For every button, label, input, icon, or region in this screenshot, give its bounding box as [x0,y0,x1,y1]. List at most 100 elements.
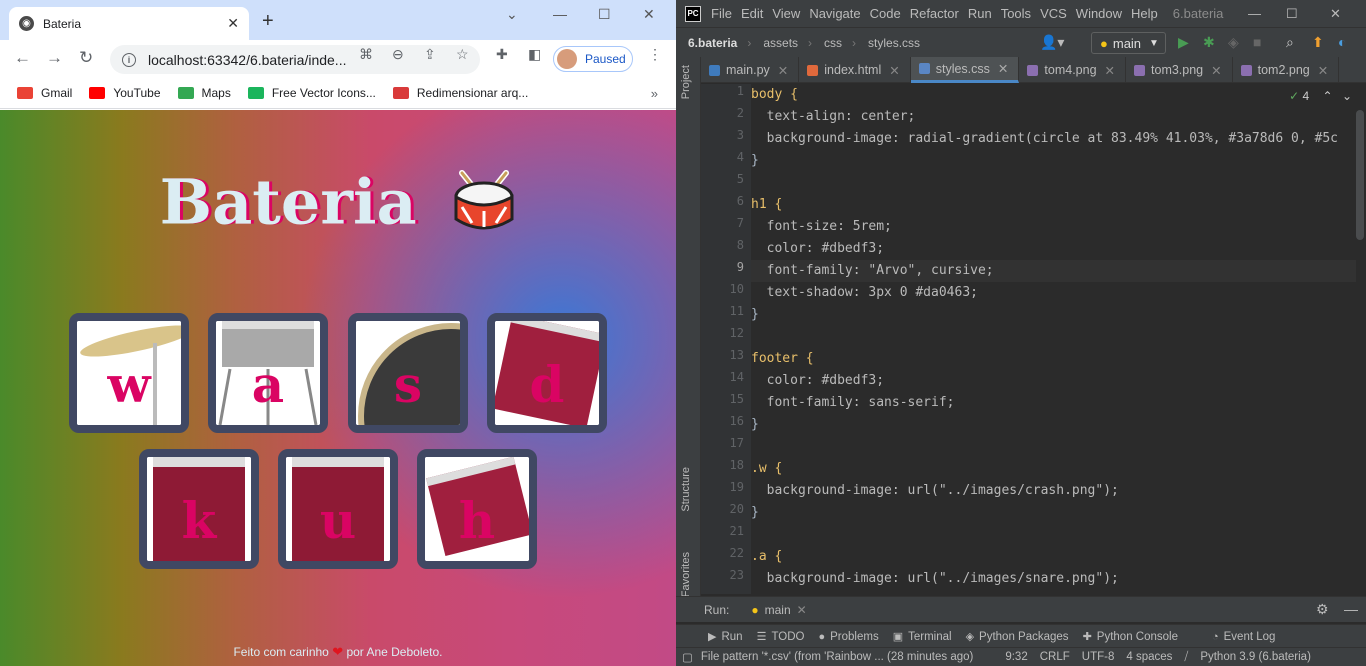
new-tab-icon[interactable]: + [262,11,274,31]
ide-maximize-icon[interactable]: ☐ [1286,6,1298,22]
tool-python-console[interactable]: ✚ Python Console [1083,630,1178,644]
caret-position[interactable]: 9:32 [1005,651,1027,663]
tab-tom4-png[interactable]: tom4.png ✕ [1019,57,1127,83]
bookmark-redimensionar[interactable]: Redimensionar arq... [392,86,528,100]
menu-code[interactable]: Code [870,6,901,21]
breadcrumb-project[interactable]: 6.bateria [688,36,737,50]
tool-problems[interactable]: ● Problems [818,631,878,643]
tab-styles-css[interactable]: styles.css ✕ [910,57,1020,83]
tab-main-py[interactable]: main.py ✕ [701,57,800,83]
run-config-selector[interactable]: ● main ▼ [1091,32,1166,54]
close-icon[interactable]: ✕ [1211,63,1221,78]
breadcrumb-assets[interactable]: assets [763,36,798,50]
run-icon[interactable]: ▶ [1178,34,1189,51]
drum-key-d[interactable]: d [487,313,607,433]
tool-terminal[interactable]: ▣ Terminal [893,630,952,644]
browser-tab[interactable]: ◉ Bateria ✕ [9,7,249,40]
breadcrumb-file[interactable]: styles.css [868,36,920,50]
close-icon[interactable]: ✕ [1318,63,1328,78]
translate-icon[interactable]: ⌘ [359,46,373,63]
update-icon[interactable]: ⬆ [1312,34,1324,51]
tool-run[interactable]: ▶ Run [708,630,743,644]
forward-icon[interactable]: → [46,49,63,67]
side-panel-icon[interactable]: ◧ [528,46,541,63]
close-icon[interactable]: ✕ [778,63,788,78]
menu-vcs[interactable]: VCS [1040,6,1067,21]
code-editor[interactable]: body { text-align: center; background-im… [751,84,1356,594]
maximize-icon[interactable]: ☐ [598,6,611,23]
ide-close-icon[interactable]: ✕ [1330,6,1341,22]
chevron-down-icon[interactable]: ⌄ [1342,89,1352,103]
tab-search-icon[interactable]: ⌄ [506,6,518,23]
menu-view[interactable]: View [772,6,800,21]
chevron-down-icon: ▼ [1149,37,1159,49]
bookmark-youtube[interactable]: YouTube [89,86,161,100]
close-icon[interactable]: ✕ [998,61,1008,76]
drum-key-u[interactable]: u [278,449,398,569]
tool-event-log[interactable]: ◔ Event Log [1212,631,1275,643]
close-icon[interactable]: ✕ [889,63,899,78]
editor-scrollbar[interactable] [1356,110,1364,240]
bookmark-star-icon[interactable]: ☆ [456,46,469,63]
drum-key-a[interactable]: a [208,313,328,433]
menu-kebab-icon[interactable]: ⋮ [648,46,662,63]
code-text: background-image: url("../images/snare.p… [751,571,1119,586]
search-icon[interactable]: ⌕ [1286,34,1294,51]
drum-key-h[interactable]: h [417,449,537,569]
menu-file[interactable]: File [711,6,732,21]
line-separator[interactable]: CRLF [1040,651,1070,663]
bookmark-free-vector-icons[interactable]: Free Vector Icons... [247,86,376,100]
share-icon[interactable]: ⇪ [424,46,436,63]
chevron-up-icon[interactable]: ⌃ [1323,89,1333,103]
breadcrumb-css[interactable]: css [824,36,842,50]
indent-setting[interactable]: 4 spaces [1126,651,1172,663]
status-message[interactable]: File pattern '*.csv' (from 'Rainbow ... … [701,651,973,663]
menu-run[interactable]: Run [968,6,992,21]
inspection-widget[interactable]: ✓ 4 ⌃ ⌄ [1289,89,1352,103]
status-toggle-icon[interactable]: ▢ [682,650,693,664]
menu-edit[interactable]: Edit [741,6,763,21]
site-info-icon[interactable]: i [122,52,136,67]
menu-refactor[interactable]: Refactor [910,6,959,21]
menu-navigate[interactable]: Navigate [809,6,860,21]
menu-window[interactable]: Window [1076,6,1122,21]
favorites-tool-button[interactable]: Favorites [680,552,692,597]
bookmark-maps[interactable]: Maps [177,86,231,100]
vcs-icon[interactable]: ⧸ [1184,651,1188,664]
close-icon[interactable]: ✕ [1105,63,1115,78]
tab-index-html[interactable]: index.html ✕ [799,57,911,83]
zoom-icon[interactable]: ⊖ [392,46,404,63]
profile-button[interactable]: Paused [553,46,633,72]
project-tool-button[interactable]: Project [680,65,692,99]
more-bookmarks-icon[interactable]: » [651,86,658,101]
drum-key-k[interactable]: k [139,449,259,569]
close-window-icon[interactable]: ✕ [643,6,655,23]
structure-tool-button[interactable]: Structure [680,467,692,512]
tab-tom2-png[interactable]: tom2.png ✕ [1233,57,1340,83]
ide-minimize-icon[interactable]: — [1248,6,1261,21]
plugin-icon[interactable]: ◐ [1338,34,1346,50]
tool-python-packages[interactable]: ◈ Python Packages [966,630,1069,644]
close-icon[interactable]: ✕ [797,603,807,617]
run-config-tab[interactable]: main [765,603,791,617]
reload-icon[interactable]: ↻ [79,49,93,67]
coverage-icon[interactable]: ◈ [1228,34,1239,51]
extensions-icon[interactable]: ✚ [496,46,508,63]
drum-key-s[interactable]: s [348,313,468,433]
file-encoding[interactable]: UTF-8 [1082,651,1115,663]
minimize-icon[interactable]: — [553,6,567,22]
gear-icon[interactable]: ⚙ [1316,601,1329,618]
debug-icon[interactable]: ✱ [1203,34,1215,51]
menu-help[interactable]: Help [1131,6,1158,21]
user-icon[interactable]: 👤▾ [1040,34,1064,51]
python-interpreter[interactable]: Python 3.9 (6.bateria) [1200,651,1311,663]
minimize-panel-icon[interactable]: — [1344,601,1358,617]
tool-todo[interactable]: ☰ TODO [757,630,805,644]
back-icon[interactable]: ← [14,49,31,67]
drum-key-w[interactable]: w [69,313,189,433]
tab-tom3-png[interactable]: tom3.png ✕ [1126,57,1233,83]
menu-tools[interactable]: Tools [1001,6,1031,21]
stop-icon[interactable]: ■ [1253,34,1261,50]
bookmark-gmail[interactable]: Gmail [17,86,72,100]
close-tab-icon[interactable]: ✕ [227,15,239,32]
